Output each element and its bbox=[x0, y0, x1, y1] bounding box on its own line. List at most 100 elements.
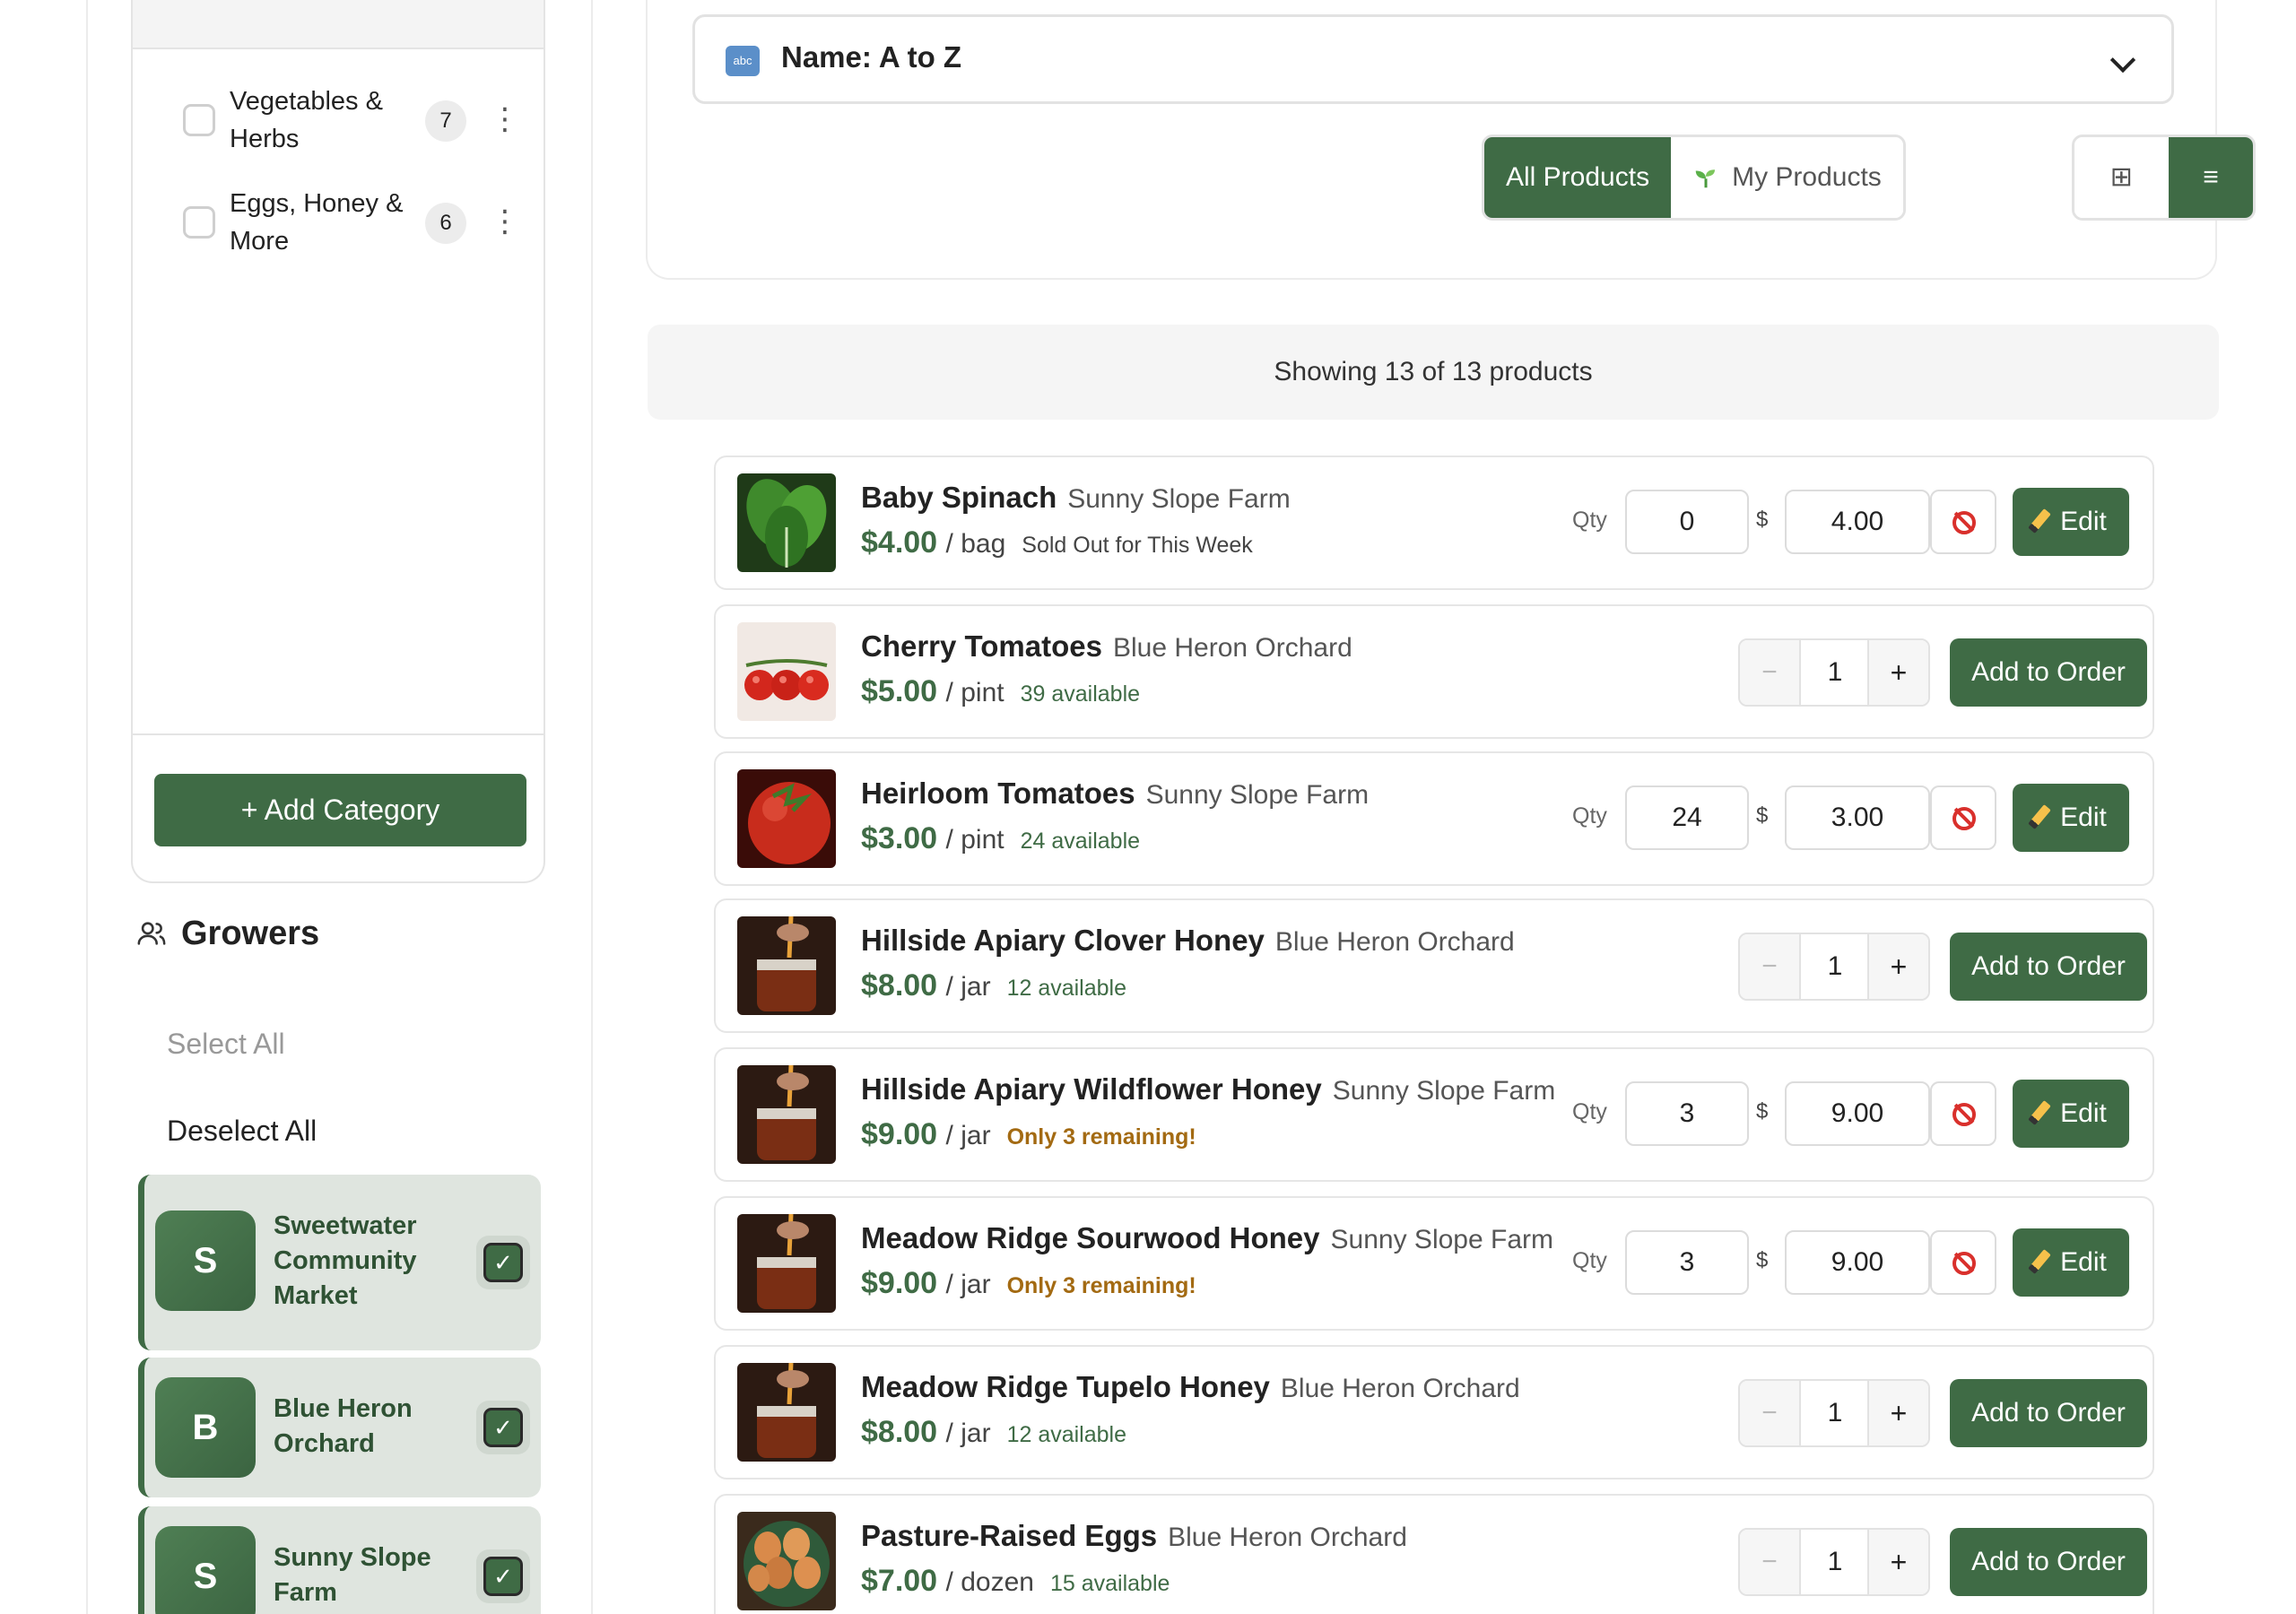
chevron-down-icon bbox=[2109, 47, 2136, 74]
more-vertical-icon[interactable]: ⋮ bbox=[490, 100, 520, 142]
inventory-qty-input[interactable] bbox=[1625, 1081, 1749, 1146]
order-qty-value[interactable]: 1 bbox=[1801, 640, 1869, 705]
availability-text: Only 3 remaining! bbox=[1006, 1124, 1196, 1150]
price-input[interactable] bbox=[1785, 490, 1930, 554]
category-row[interactable]: Eggs, Honey & More 6 ⋮ bbox=[133, 178, 544, 267]
increase-button[interactable]: + bbox=[1867, 934, 1928, 999]
order-qty-value[interactable]: 1 bbox=[1801, 1381, 1869, 1445]
decrease-button[interactable]: − bbox=[1740, 1530, 1801, 1594]
grower-checkbox[interactable]: ✓ bbox=[476, 1236, 530, 1289]
order-qty-value[interactable]: 1 bbox=[1801, 1530, 1869, 1594]
price-input[interactable] bbox=[1785, 1230, 1930, 1295]
category-row[interactable]: Vegetables & Herbs 7 ⋮ bbox=[133, 75, 544, 165]
grower-name: Sunny Slope Farm bbox=[274, 1543, 431, 1607]
edit-button[interactable]: Edit bbox=[2013, 488, 2129, 556]
availability-text: 12 available bbox=[1006, 976, 1126, 1001]
grower-card[interactable]: B Blue Heron Orchard ✓ bbox=[138, 1358, 541, 1497]
decrease-button[interactable]: − bbox=[1740, 934, 1801, 999]
pencil-icon bbox=[2028, 1249, 2051, 1274]
growers-title: Growers bbox=[181, 914, 320, 952]
inventory-qty-input[interactable] bbox=[1625, 490, 1749, 554]
product-farm: Sunny Slope Farm bbox=[1145, 780, 1370, 810]
mark-unavailable-button[interactable] bbox=[1930, 1081, 1996, 1146]
product-price: $8.00 / jar 12 available bbox=[861, 968, 1126, 1002]
grower-card[interactable]: S Sunny Slope Farm ✓ bbox=[138, 1506, 541, 1614]
category-panel: Vegetables & Herbs 7 ⋮ Eggs, Honey & Mor… bbox=[131, 0, 545, 883]
my-products-tab[interactable]: My Products bbox=[1671, 137, 1903, 218]
product-price: $4.00 / bag Sold Out for This Week bbox=[861, 525, 1253, 560]
product-row: Meadow Ridge Tupelo Honey Blue Heron Orch… bbox=[714, 1345, 2154, 1480]
category-label: Vegetables & Herbs bbox=[230, 87, 383, 153]
decrease-button[interactable]: − bbox=[1740, 640, 1801, 705]
grid-view-button[interactable]: ⊞ Grid bbox=[2074, 137, 2169, 218]
qty-label: Qty bbox=[1572, 1099, 1607, 1124]
inventory-qty-input[interactable] bbox=[1625, 1230, 1749, 1295]
sort-label: Name: A to Z bbox=[781, 40, 962, 74]
add-to-order-button[interactable]: Add to Order bbox=[1950, 1528, 2147, 1596]
product-name: Heirloom Tomatoes Sunny Slope Farm bbox=[861, 777, 1370, 810]
grower-avatar: S bbox=[155, 1526, 256, 1614]
view-toggle: ⊞ Grid ≡ List bbox=[2072, 134, 2257, 221]
order-qty-value[interactable]: 1 bbox=[1801, 934, 1869, 999]
decrease-button[interactable]: − bbox=[1740, 1381, 1801, 1445]
quantity-stepper: − 1 + bbox=[1738, 638, 1930, 707]
dollar-label: $ bbox=[1756, 1248, 1769, 1272]
product-farm: Sunny Slope Farm bbox=[1332, 1076, 1556, 1106]
sort-select[interactable]: abc Name: A to Z bbox=[692, 14, 2174, 104]
category-panel-header bbox=[133, 0, 544, 49]
more-vertical-icon[interactable]: ⋮ bbox=[490, 203, 520, 244]
quantity-stepper: − 1 + bbox=[1738, 1379, 1930, 1447]
product-row: Hillside Apiary Clover Honey Blue Heron O… bbox=[714, 898, 2154, 1033]
mark-unavailable-button[interactable] bbox=[1930, 785, 1996, 850]
add-category-button[interactable]: + Add Category bbox=[154, 774, 526, 846]
product-farm: Blue Heron Orchard bbox=[1280, 1374, 1520, 1403]
grower-checkbox[interactable]: ✓ bbox=[476, 1549, 530, 1603]
list-view-button[interactable]: ≡ List bbox=[2168, 137, 2254, 218]
price-input[interactable] bbox=[1785, 1081, 1930, 1146]
quantity-stepper: − 1 + bbox=[1738, 1528, 1930, 1596]
product-price: $9.00 / jar Only 3 remaining! bbox=[861, 1117, 1196, 1151]
grower-name: Blue Heron Orchard bbox=[274, 1394, 413, 1458]
increase-button[interactable]: + bbox=[1867, 1530, 1928, 1594]
product-image bbox=[737, 473, 836, 572]
qty-label: Qty bbox=[1572, 803, 1607, 829]
add-to-order-button[interactable]: Add to Order bbox=[1950, 638, 2147, 707]
edit-button[interactable]: Edit bbox=[2013, 1228, 2129, 1297]
price-input[interactable] bbox=[1785, 785, 1930, 850]
users-icon bbox=[137, 922, 166, 945]
mark-unavailable-button[interactable] bbox=[1930, 1230, 1996, 1295]
category-checkbox[interactable] bbox=[183, 104, 215, 136]
edit-button[interactable]: Edit bbox=[2013, 1080, 2129, 1148]
mark-unavailable-button[interactable] bbox=[1930, 490, 1996, 554]
product-name: Baby Spinach Sunny Slope Farm bbox=[861, 481, 1291, 514]
select-all-link[interactable]: Select All bbox=[167, 1028, 285, 1061]
deselect-all-link[interactable]: Deselect All bbox=[167, 1115, 317, 1148]
increase-button[interactable]: + bbox=[1867, 1381, 1928, 1445]
availability-text: 15 available bbox=[1049, 1571, 1170, 1596]
grower-checkbox[interactable]: ✓ bbox=[476, 1401, 530, 1454]
check-icon: ✓ bbox=[483, 1557, 523, 1596]
product-farm: Sunny Slope Farm bbox=[1330, 1225, 1553, 1254]
add-to-order-button[interactable]: Add to Order bbox=[1950, 933, 2147, 1001]
product-row: Cherry Tomatoes Blue Heron Orchard $5.00 … bbox=[714, 604, 2154, 739]
product-image bbox=[737, 622, 836, 721]
add-to-order-button[interactable]: Add to Order bbox=[1950, 1379, 2147, 1447]
availability-text: Only 3 remaining! bbox=[1006, 1273, 1196, 1298]
pencil-icon bbox=[2028, 508, 2051, 534]
product-name: Hillside Apiary Clover Honey Blue Heron O… bbox=[861, 924, 1515, 957]
category-checkbox[interactable] bbox=[183, 206, 215, 239]
increase-button[interactable]: + bbox=[1867, 640, 1928, 705]
product-image bbox=[737, 1363, 836, 1462]
dollar-label: $ bbox=[1756, 803, 1769, 828]
dollar-label: $ bbox=[1756, 1099, 1769, 1124]
product-farm: Blue Heron Orchard bbox=[1274, 927, 1515, 957]
product-price: $8.00 / jar 12 available bbox=[861, 1415, 1126, 1449]
grower-card[interactable]: S Sweetwater Community Market ✓ bbox=[138, 1175, 541, 1350]
inventory-qty-input[interactable] bbox=[1625, 785, 1749, 850]
all-products-tab[interactable]: All Products bbox=[1484, 137, 1672, 218]
category-count-badge: 6 bbox=[425, 203, 466, 244]
product-price: $3.00 / pint 24 available bbox=[861, 821, 1141, 855]
grower-avatar: B bbox=[155, 1377, 256, 1478]
qty-label: Qty bbox=[1572, 1248, 1607, 1273]
edit-button[interactable]: Edit bbox=[2013, 784, 2129, 852]
